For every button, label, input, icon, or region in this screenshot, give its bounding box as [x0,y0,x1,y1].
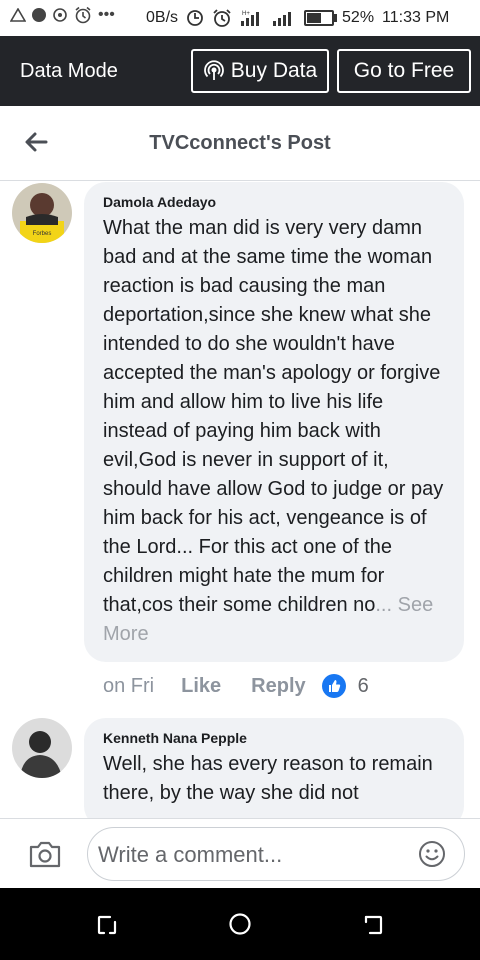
comment-author[interactable]: Kenneth Nana Pepple [103,730,446,746]
comment-text-body: What the man did is very very damn bad a… [103,217,444,616]
battery-percent: 52% [342,9,375,26]
avatar-image: Forbes [12,183,72,243]
comment-author[interactable]: Damola Adedayo [103,194,446,210]
avatar[interactable]: Forbes [12,183,72,243]
comment-time: on Fri [103,674,155,697]
signal-2-icon [273,12,292,26]
status-system-icons: 0B/s H+ 52% 11:33 PM [146,8,449,28]
go-to-free-button[interactable]: Go to Free [337,49,471,93]
alarm-status-icon [213,9,231,27]
like-button[interactable]: Like [181,675,221,698]
network-speed: 0B/s [146,9,179,26]
avatar-image [12,718,72,778]
battery-icon [304,10,338,26]
alarm-icon [75,6,91,24]
system-navigation-bar [0,888,480,960]
home-icon[interactable] [228,912,252,936]
camera-icon[interactable] [28,839,62,869]
chat-icon [53,8,67,22]
comment-input[interactable]: Write a comment... [87,827,465,881]
comment-bubble[interactable]: Damola Adedayo What the man did is very … [84,182,464,662]
comment-text: What the man did is very very damn bad a… [103,214,446,649]
thumbs-up-icon [321,674,346,698]
recent-apps-icon[interactable] [96,914,118,936]
data-mode-label: Data Mode [20,60,118,82]
broadcast-icon [203,60,224,80]
avatar[interactable] [12,718,72,778]
comment-actions: on Fri Like Reply 6 [103,674,369,698]
reply-button[interactable]: Reply [251,675,305,698]
status-bar: ••• 0B/s H+ 52% 11:33 PM [0,0,480,36]
emoji-icon[interactable] [418,840,446,868]
comment-input-placeholder: Write a comment... [98,842,283,867]
comment-bubble[interactable]: Kenneth Nana Pepple Well, she has every … [84,718,464,828]
go-to-free-label: Go to Free [353,59,455,82]
status-notification-icons: ••• [10,6,115,24]
buy-data-label: Buy Data [230,59,318,82]
comment-ellipsis: ... [375,594,398,616]
data-mode-bar: Data Mode Buy Data Go to Free [0,36,480,106]
comment-text: Well, she has every reason to remain the… [103,753,433,804]
svg-text:H+: H+ [242,11,250,17]
data-saver-icon [187,10,203,26]
signal-1-icon: H+ [241,11,260,26]
more-notifications-icon: ••• [98,6,115,23]
back-nav-icon[interactable] [362,914,384,936]
circle-notification-icon [32,8,46,22]
warning-icon [10,8,26,22]
avatar-badge-text: Forbes [33,231,52,237]
clock: 11:33 PM [382,9,450,26]
comment-composer: Write a comment... [0,818,480,889]
reaction-count[interactable]: 6 [358,675,369,698]
battery-fill [307,13,321,23]
post-header: TVCconnect's Post [0,106,480,181]
buy-data-button[interactable]: Buy Data [191,49,329,93]
page-title: TVCconnect's Post [149,132,331,154]
